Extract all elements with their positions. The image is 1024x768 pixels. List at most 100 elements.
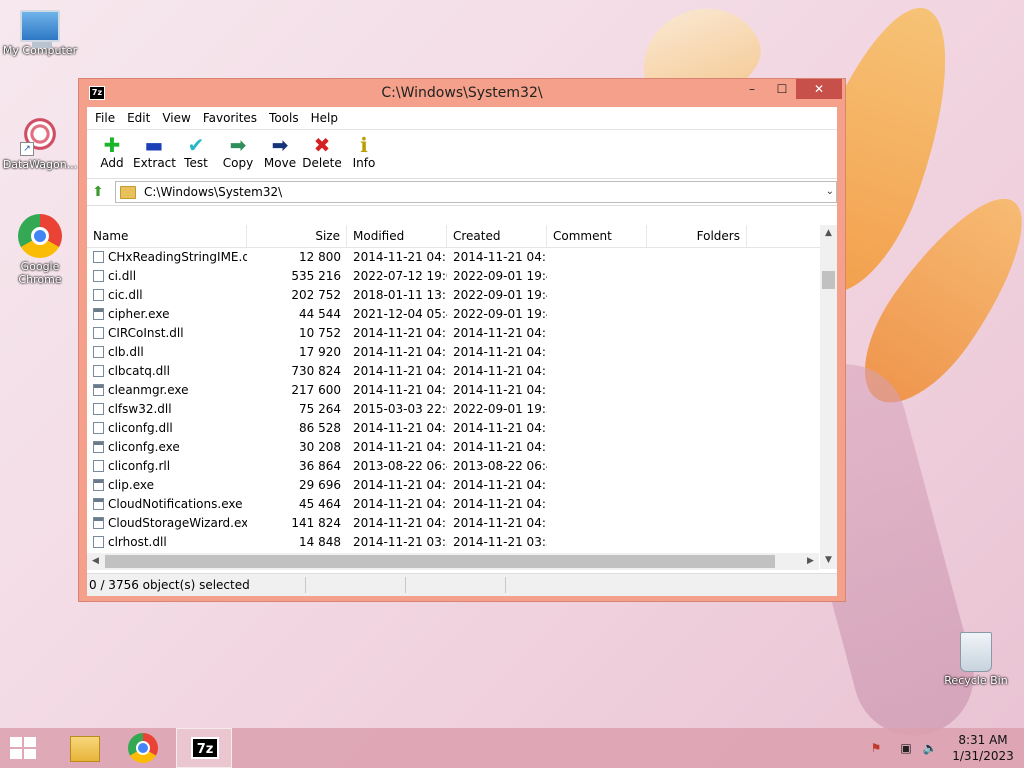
file-comment bbox=[547, 495, 647, 514]
file-name: CloudStorageWizard.exe bbox=[108, 516, 247, 530]
table-row[interactable]: cliconfg.dll 86 528 2014-11-21 04:17 2014-1… bbox=[87, 419, 819, 438]
action-center-flag-icon[interactable]: ⚑ bbox=[868, 740, 884, 756]
file-name: ci.dll bbox=[108, 269, 137, 283]
horizontal-scroll-thumb[interactable] bbox=[105, 555, 775, 568]
file-created: 2014-11-21 04:18 bbox=[453, 383, 547, 397]
desktop-icon-google-chrome[interactable]: Google Chrome bbox=[0, 214, 80, 286]
column-header-name[interactable]: Name bbox=[87, 225, 247, 247]
column-header-modified[interactable]: Modified bbox=[347, 225, 447, 247]
copy-button[interactable]: ➡ Copy bbox=[217, 130, 259, 178]
network-icon[interactable]: ▣ bbox=[898, 740, 914, 756]
file-size: 75 264 bbox=[299, 402, 341, 416]
menu-edit[interactable]: Edit bbox=[121, 107, 156, 129]
table-row[interactable]: CloudNotifications.exe 45 464 2014-11-21 0… bbox=[87, 495, 819, 514]
scroll-left-icon[interactable]: ◀ bbox=[87, 553, 104, 570]
file-name: clbcatq.dll bbox=[108, 364, 170, 378]
column-header-size[interactable]: Size bbox=[247, 225, 347, 247]
vertical-scroll-thumb[interactable] bbox=[822, 271, 835, 289]
menu-help[interactable]: Help bbox=[305, 107, 344, 129]
horizontal-scrollbar[interactable]: ◀ ▶ bbox=[87, 553, 819, 570]
table-row[interactable]: clrhost.dll 14 848 2014-11-21 03:52 2014-11… bbox=[87, 533, 819, 552]
chevron-down-icon[interactable]: ⌄ bbox=[826, 182, 834, 202]
table-row[interactable]: cic.dll 202 752 2018-01-11 13:10 2022-09-01… bbox=[87, 286, 819, 305]
file-folders bbox=[647, 248, 747, 267]
file-modified: 2014-11-21 03:52 bbox=[353, 535, 447, 549]
test-button[interactable]: ✔ Test bbox=[175, 130, 217, 178]
file-name: clrhost.dll bbox=[108, 535, 167, 549]
delete-label: Delete bbox=[302, 156, 342, 170]
file-modified: 2014-11-21 04:17 bbox=[353, 345, 447, 359]
table-row[interactable]: cipher.exe 44 544 2021-12-04 05:43 2022-09-… bbox=[87, 305, 819, 324]
file-name: cic.dll bbox=[108, 288, 143, 302]
taskbar-google-chrome[interactable] bbox=[116, 728, 172, 768]
scroll-down-icon[interactable]: ▼ bbox=[820, 552, 837, 569]
table-row[interactable]: CHxReadingStringIME.dll 12 800 2014-11-21 … bbox=[87, 248, 819, 267]
table-row[interactable]: CIRCoInst.dll 10 752 2014-11-21 04:16 2014-… bbox=[87, 324, 819, 343]
scroll-right-icon[interactable]: ▶ bbox=[802, 553, 819, 570]
column-header-comment[interactable]: Comment bbox=[547, 225, 647, 247]
extract-button[interactable]: ▬ Extract bbox=[133, 130, 176, 178]
file-name-cell: cipher.exe bbox=[87, 305, 247, 324]
extract-label: Extract bbox=[133, 156, 176, 170]
taskbar-file-explorer[interactable] bbox=[54, 728, 110, 768]
minimize-button[interactable]: – bbox=[739, 79, 765, 99]
extract-icon: ▬ bbox=[144, 133, 164, 157]
file-modified: 2014-11-21 04:18 bbox=[353, 250, 447, 264]
up-folder-button[interactable]: ⬆ bbox=[87, 181, 109, 203]
file-comment bbox=[547, 476, 647, 495]
file-created: 2022-09-01 19:47 bbox=[453, 288, 547, 302]
column-header-folders[interactable]: Folders bbox=[647, 225, 747, 247]
column-header-created[interactable]: Created bbox=[447, 225, 547, 247]
system-clock[interactable]: 8:31 AM 1/31/2023 bbox=[948, 732, 1018, 764]
table-row[interactable]: ci.dll 535 216 2022-07-12 19:00 2022-09-01 … bbox=[87, 267, 819, 286]
info-label: Info bbox=[352, 156, 376, 170]
file-comment bbox=[547, 533, 647, 552]
file-size: 730 824 bbox=[291, 364, 341, 378]
add-button[interactable]: ✚ Add bbox=[91, 130, 133, 178]
selection-status: 0 / 3756 object(s) selected bbox=[89, 578, 250, 592]
close-button[interactable]: ✕ bbox=[796, 79, 842, 99]
table-row[interactable]: clb.dll 17 920 2014-11-21 04:17 2014-11-21 … bbox=[87, 343, 819, 362]
address-field[interactable]: C:\Windows\System32\ ⌄ bbox=[115, 181, 837, 203]
move-button[interactable]: ➡ Move bbox=[259, 130, 301, 178]
volume-icon[interactable]: 🔈 bbox=[922, 740, 938, 756]
file-modified: 2022-07-12 19:00 bbox=[353, 269, 447, 283]
dll-file-icon bbox=[93, 346, 104, 358]
table-row[interactable]: clbcatq.dll 730 824 2014-11-21 04:17 2014-1… bbox=[87, 362, 819, 381]
file-created: 2014-11-21 04:17 bbox=[453, 345, 547, 359]
dll-file-icon bbox=[93, 460, 104, 472]
computer-icon bbox=[20, 10, 60, 48]
vertical-scrollbar[interactable]: ▲ ▼ bbox=[820, 225, 837, 569]
taskbar-7zip[interactable]: 7z bbox=[176, 728, 232, 768]
table-row[interactable]: cliconfg.rll 36 864 2013-08-22 06:45 2013-0… bbox=[87, 457, 819, 476]
file-created: 2013-08-22 06:45 bbox=[453, 459, 547, 473]
desktop-icon-recycle-bin[interactable]: Recycle Bin bbox=[936, 632, 1016, 687]
table-row[interactable]: CloudStorageWizard.exe 141 824 2014-11-21 … bbox=[87, 514, 819, 533]
menu-file[interactable]: File bbox=[89, 107, 121, 129]
file-folders bbox=[647, 495, 747, 514]
test-label: Test bbox=[184, 156, 208, 170]
delete-button[interactable]: ✖ Delete bbox=[301, 130, 343, 178]
move-icon: ➡ bbox=[271, 133, 289, 157]
menu-favorites[interactable]: Favorites bbox=[197, 107, 263, 129]
table-row[interactable]: cliconfg.exe 30 208 2014-11-21 04:17 2014-1… bbox=[87, 438, 819, 457]
file-folders bbox=[647, 419, 747, 438]
file-size: 535 216 bbox=[291, 269, 341, 283]
info-button[interactable]: ℹ Info bbox=[343, 130, 385, 178]
maximize-button[interactable]: ☐ bbox=[769, 79, 795, 99]
title-bar[interactable]: 7z C:\Windows\System32\ – ☐ ✕ bbox=[79, 79, 845, 107]
desktop-icon-my-computer[interactable]: My Computer bbox=[0, 10, 80, 57]
table-row[interactable]: cleanmgr.exe 217 600 2014-11-21 04:18 2014-… bbox=[87, 381, 819, 400]
file-size: 141 824 bbox=[291, 516, 341, 530]
desktop-icon-datawagon[interactable]: ↗ DataWagon... bbox=[0, 112, 80, 171]
file-name: cipher.exe bbox=[108, 307, 170, 321]
file-comment bbox=[547, 457, 647, 476]
table-row[interactable]: clip.exe 29 696 2014-11-21 04:17 2014-11-21… bbox=[87, 476, 819, 495]
clock-date: 1/31/2023 bbox=[952, 749, 1014, 763]
menu-view[interactable]: View bbox=[156, 107, 196, 129]
menu-tools[interactable]: Tools bbox=[263, 107, 305, 129]
dll-file-icon bbox=[93, 422, 104, 434]
start-button[interactable] bbox=[10, 737, 38, 759]
table-row[interactable]: clfsw32.dll 75 264 2015-03-03 22:04 2022-09… bbox=[87, 400, 819, 419]
scroll-up-icon[interactable]: ▲ bbox=[820, 225, 837, 242]
